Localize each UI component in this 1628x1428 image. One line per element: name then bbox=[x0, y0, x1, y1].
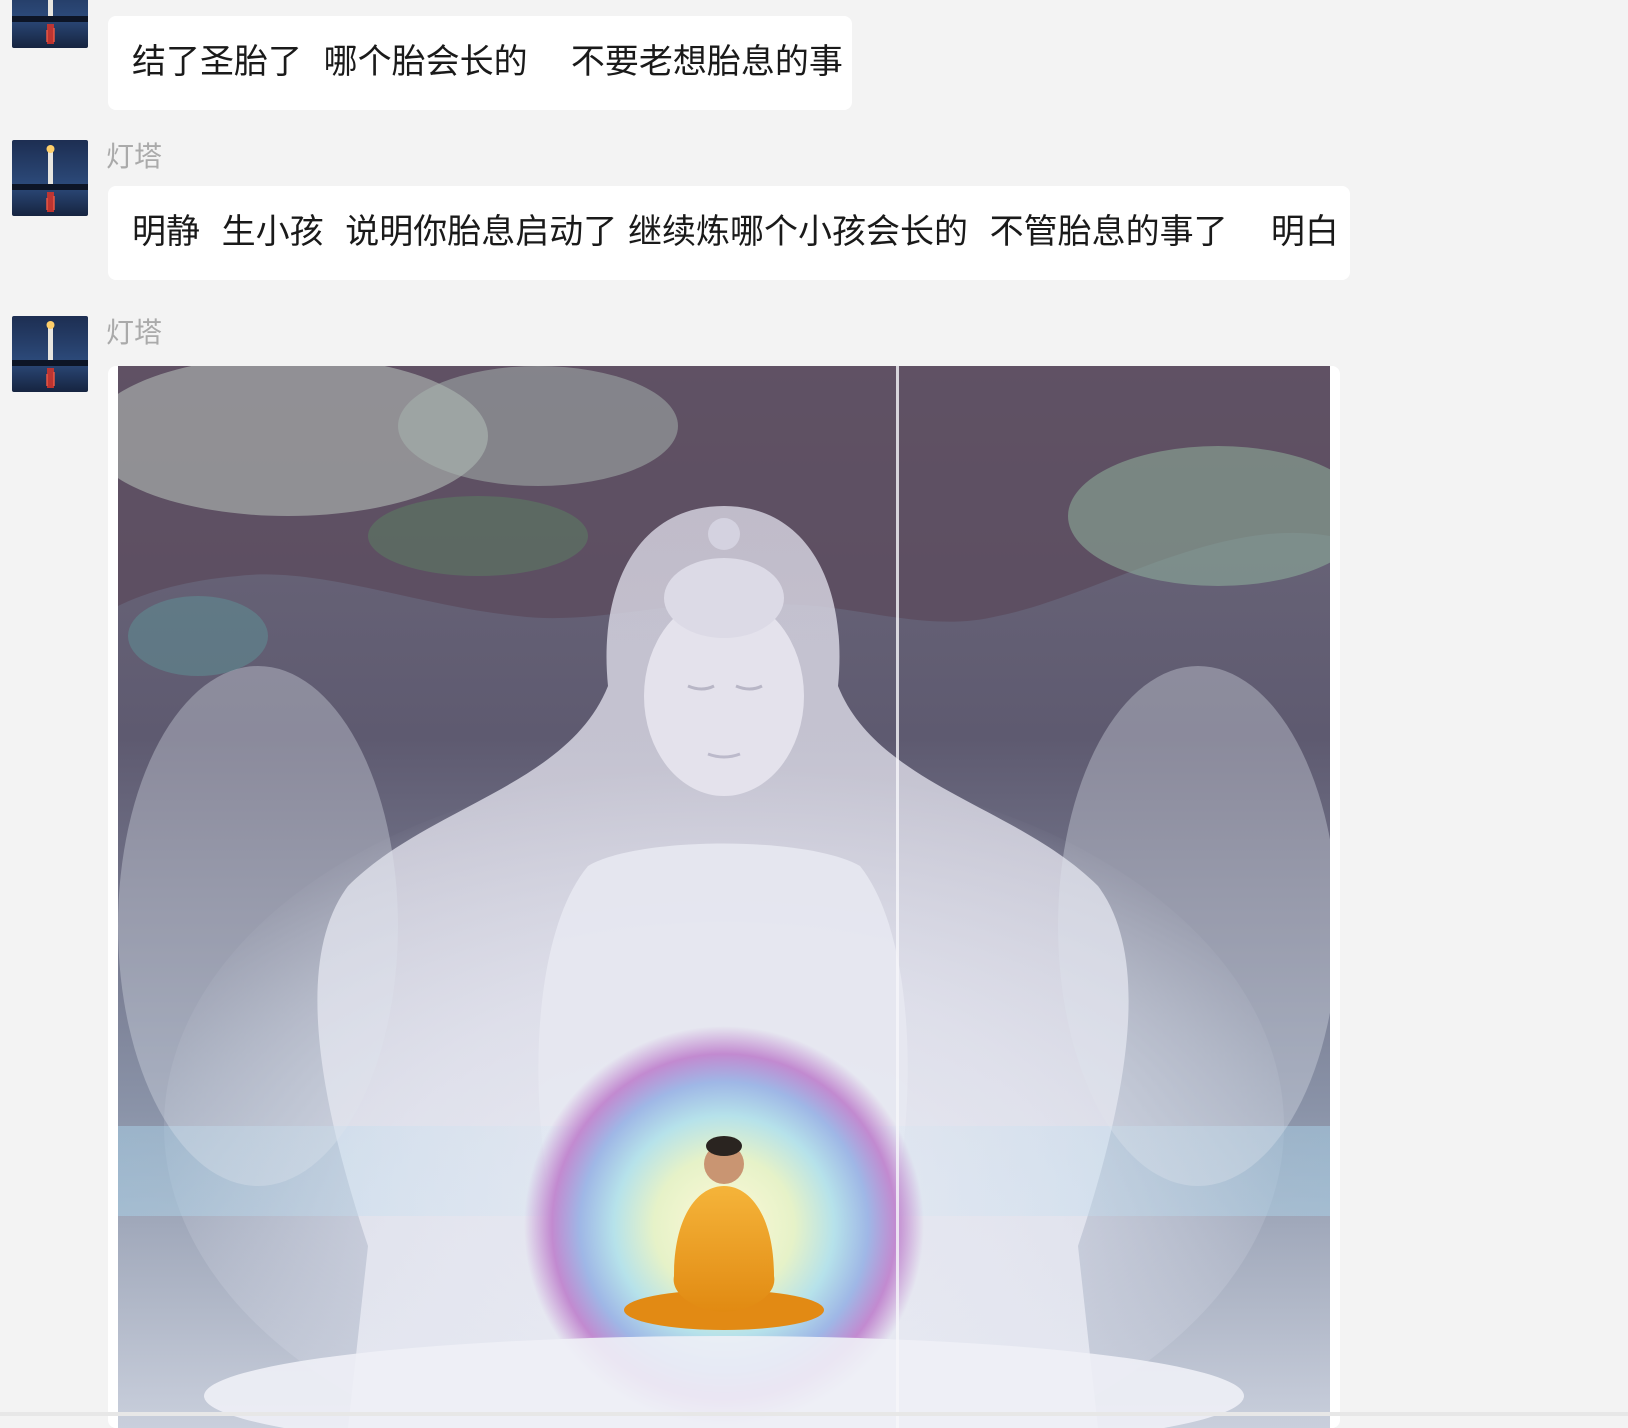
chat-window: 结了圣胎了 哪个胎会长的 不要老想胎息的事 灯塔 明静 生小孩 说明你胎息启动了… bbox=[0, 0, 1628, 1428]
sender-name: 灯塔 bbox=[106, 316, 163, 349]
divider bbox=[0, 1412, 1628, 1416]
avatar[interactable] bbox=[12, 140, 88, 216]
buddha-meditation-image bbox=[118, 366, 1330, 1428]
message-2: 灯塔 明静 生小孩 说明你胎息启动了 继续炼哪个小孩会长的 不管胎息的事了 明白 bbox=[0, 140, 1628, 290]
message-bubble[interactable]: 结了圣胎了 哪个胎会长的 不要老想胎息的事 bbox=[108, 16, 852, 110]
lighthouse-icon bbox=[12, 140, 88, 216]
avatar[interactable] bbox=[12, 316, 88, 392]
sender-name: 灯塔 bbox=[106, 140, 163, 173]
message-1: 结了圣胎了 哪个胎会长的 不要老想胎息的事 bbox=[0, 0, 1628, 110]
message-3: 灯塔 bbox=[0, 316, 1628, 1428]
avatar[interactable] bbox=[12, 0, 88, 48]
lighthouse-icon bbox=[12, 316, 88, 392]
message-bubble[interactable]: 明静 生小孩 说明你胎息启动了 继续炼哪个小孩会长的 不管胎息的事了 明白 bbox=[108, 186, 1350, 280]
image-message[interactable] bbox=[108, 366, 1340, 1428]
lighthouse-icon bbox=[12, 0, 88, 48]
